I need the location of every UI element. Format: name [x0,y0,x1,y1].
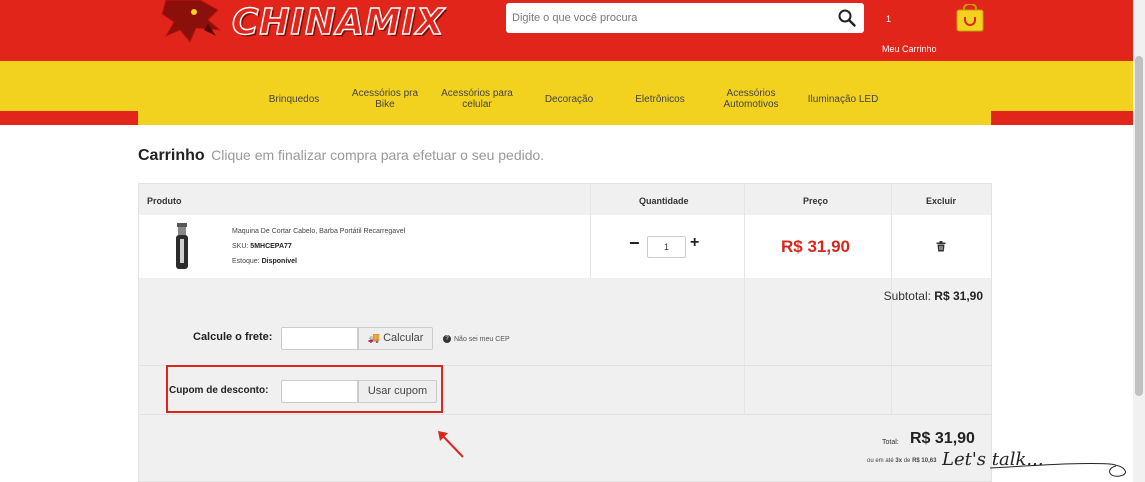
install-prefix: ou em até [867,458,894,464]
column-divider [744,184,745,278]
column-divider [744,278,745,414]
decrease-quantity-button[interactable]: − [629,234,640,252]
nav-item-brinquedos[interactable]: Brinquedos [266,94,322,105]
quantity-input[interactable]: 1 [647,236,686,258]
column-divider [891,184,892,278]
shopping-bag-icon[interactable] [955,4,985,32]
sku-label: SKU: [232,243,249,250]
installments: ou em até 3x de R$ 10,63 [867,458,936,464]
subtotal: Subtotal: R$ 31,90 [884,289,983,303]
product-image[interactable] [168,223,196,271]
section-divider [139,414,991,415]
nav-bar-accent-left [0,111,138,125]
subtotal-value: R$ 31,90 [934,289,983,303]
search-box [506,3,864,33]
nav-item-iluminacao-led[interactable]: Iluminação LED [805,94,881,105]
cart-label[interactable]: Meu Carrinho [882,44,937,54]
scrollbar-thumb[interactable] [1135,56,1143,396]
page-subtitle: Clique em finalizar compra para efetuar … [211,147,545,163]
search-icon[interactable] [838,9,856,27]
nav-item-acessorios-celular[interactable]: Acessórios para celular [440,88,514,110]
nav-bar [0,61,1133,125]
cart-item-row: Maquina De Cortar Cabelo, Barba Portátil… [139,184,991,278]
column-divider [891,278,892,414]
page-title-text: Carrinho [138,147,205,164]
nav-item-acessorios-bike[interactable]: Acessórios pra Bike [349,88,421,110]
install-count: 3x [895,458,903,464]
column-divider [590,184,591,278]
column-header-quantity: Quantidade [639,196,689,206]
cep-help-text: Não sei meu CEP [454,335,510,343]
page: CHINAMIX 1 Meu Carrinho Brinquedos Acess… [0,0,1145,482]
column-header-price: Preço [803,196,829,206]
install-mid: de [903,458,911,464]
calculate-shipping-button[interactable]: 🚚 Calcular [358,327,433,350]
search-input[interactable] [506,3,816,33]
page-title: Carrinho Clique em finalizar compra para… [138,147,544,165]
cart-table: Produto Quantidade Preço Excluir Maquina… [138,183,992,482]
product-name[interactable]: Maquina De Cortar Cabelo, Barba Portátil… [232,228,405,235]
calculate-button-label: Calcular [383,332,424,344]
item-price: R$ 31,90 [781,237,850,256]
product-sku: SKU: 5MHCEPA77 [232,243,292,250]
cep-help-link[interactable]: ? Não sei meu CEP [443,335,510,343]
nav-item-decoracao[interactable]: Decoração [542,94,596,105]
shipping-label: Calcule o frete: [193,331,273,343]
annotation-arrow-icon [438,431,464,458]
cart-count: 1 [886,14,892,24]
column-header-product: Produto [147,196,182,206]
total-label: Total: [882,439,899,446]
trash-icon[interactable] [936,241,946,252]
column-header-remove: Excluir [926,196,957,206]
nav-item-eletronicos[interactable]: Eletrônicos [632,94,688,105]
stock-label: Estoque: [232,258,260,265]
cep-input[interactable] [281,327,358,350]
nav-bar-accent-right [991,111,1133,125]
coupon-highlight-box [166,365,443,413]
product-stock: Estoque: Disponível [232,258,297,265]
logo-text: CHINAMIX [231,1,445,44]
nav-item-acessorios-automotivos[interactable]: Acessórios Automotivos [718,88,784,110]
increase-quantity-button[interactable]: + [690,234,699,252]
stock-value: Disponível [261,258,297,265]
logo[interactable]: CHINAMIX [160,0,460,44]
sku-value: 5MHCEPA77 [250,243,292,250]
truck-icon: 🚚 [367,333,381,344]
question-icon: ? [443,335,451,343]
watermark-text: Let's talk... [942,449,1044,470]
